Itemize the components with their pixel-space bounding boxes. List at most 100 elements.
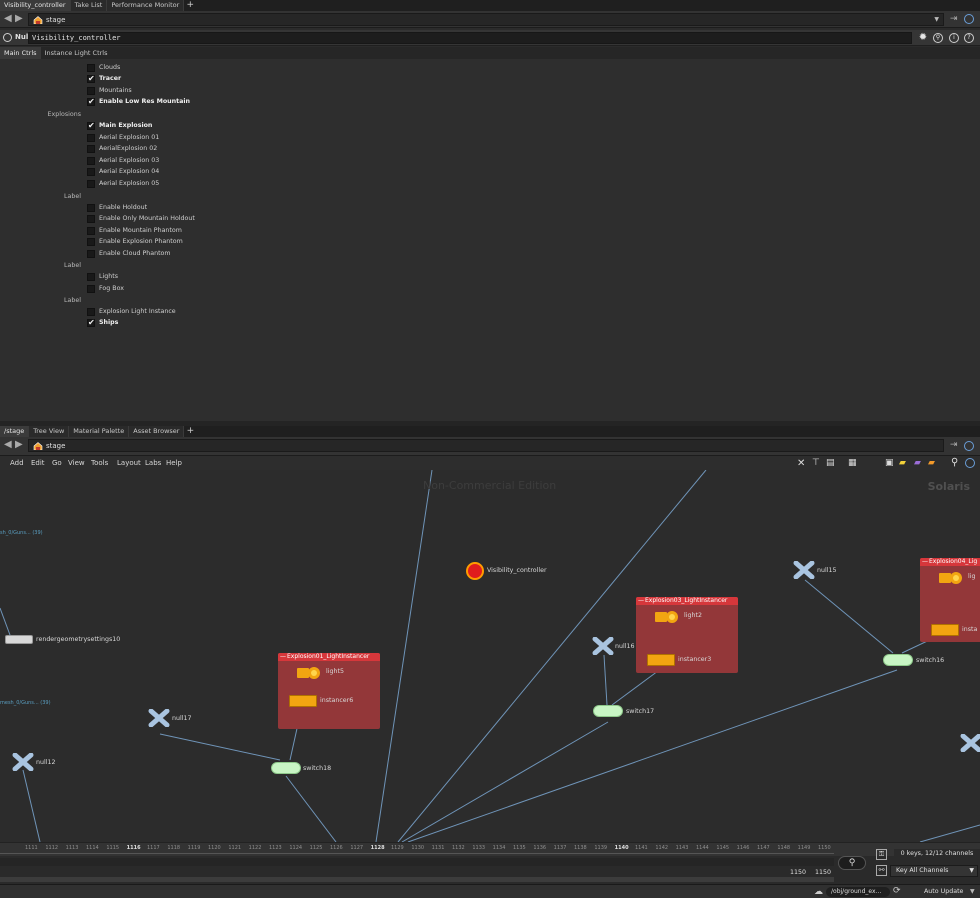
network-box-explosion04[interactable]: Explosion04_Lig lig insta [920,558,980,642]
link-icon[interactable] [964,441,974,451]
gear-icon[interactable]: ✹ [918,33,928,43]
help-search-icon[interactable]: ⚲ [933,33,943,43]
network-box-icon[interactable]: ▰ [914,458,921,468]
rendergeometrysettings-node[interactable] [5,635,33,644]
frame-icon[interactable]: ▣ [885,458,894,468]
zoom-search-icon[interactable]: ⚲ [838,856,866,870]
help-icon[interactable]: ? [964,33,974,43]
tab-visibility-controller[interactable]: Visibility_controller [0,0,71,11]
switch16-node[interactable] [883,654,913,666]
network-box-title[interactable]: Explosion01_LightInstancer [278,653,380,661]
network-box-explosion03[interactable]: Explosion03_LightInstancer light2 instan… [636,597,738,673]
add-tab-icon[interactable]: + [184,0,196,11]
sticky-note-icon[interactable]: ▰ [899,458,906,468]
visibility-controller-node[interactable] [466,562,484,580]
switch17-node[interactable] [593,705,623,717]
pin-icon[interactable]: ⇥ [950,14,958,24]
checkbox[interactable] [87,273,95,281]
menu-add[interactable]: Add [10,456,24,470]
timeline-track[interactable] [0,858,834,866]
link-icon[interactable] [965,458,975,468]
back-arrow-icon[interactable]: ◀ [4,14,12,24]
checkbox[interactable] [87,318,95,328]
tab-material-palette[interactable]: Material Palette [69,426,130,437]
checkbox[interactable] [87,121,95,131]
menu-go[interactable]: Go [52,456,62,470]
path-field[interactable]: stage ▼ [28,13,944,26]
checkbox[interactable] [87,74,95,84]
menu-labs[interactable]: Labs [145,456,161,470]
refresh-icon[interactable]: ⟳ [893,886,901,896]
checkbox[interactable] [87,308,95,316]
path-field[interactable]: stage [28,439,944,452]
checkbox[interactable] [87,97,95,107]
instancer6-node[interactable] [289,695,317,707]
dot-icon[interactable]: ▰ [928,458,935,468]
status-path[interactable]: /obj/ground_ex... [826,887,890,897]
light-bulb-icon[interactable] [297,666,323,680]
tab-tree-view[interactable]: Tree View [29,426,70,437]
menu-tools[interactable]: Tools [91,456,108,470]
checkbox[interactable] [87,64,95,72]
channel-icon[interactable]: ⚯ [876,865,887,876]
tab-asset-browser[interactable]: Asset Browser [129,426,185,437]
null12-node-icon[interactable] [12,753,34,771]
network-box-title[interactable]: Explosion04_Lig [920,558,980,566]
range-slider[interactable] [0,877,834,882]
checkbox[interactable] [87,215,95,223]
network-box-title[interactable]: Explosion03_LightInstancer [636,597,738,605]
checkbox[interactable] [87,145,95,153]
instancer-partial-node[interactable] [931,624,959,636]
checkbox[interactable] [87,227,95,235]
checkbox[interactable] [87,238,95,246]
instancer3-node[interactable] [647,654,675,666]
checkbox[interactable] [87,204,95,212]
null15-node-icon[interactable] [793,561,815,579]
checkbox[interactable] [87,285,95,293]
null17-node-icon[interactable] [148,709,170,727]
chevron-down-icon[interactable]: ▼ [970,888,975,895]
menu-edit[interactable]: Edit [31,456,45,470]
node-name-field[interactable]: Visibility_controller [28,32,912,44]
key-all-channels-dropdown[interactable]: Key All Channels ▼ [890,865,978,877]
checkbox[interactable] [87,250,95,258]
light-bulb-icon[interactable] [655,610,681,624]
chat-icon[interactable]: ☁ [814,887,823,897]
checkbox[interactable] [87,168,95,176]
forward-arrow-icon[interactable]: ▶ [15,14,23,24]
pin-icon[interactable]: ⇥ [950,440,958,450]
range-end[interactable]: 1150 [815,869,831,876]
tab-main-ctrls[interactable]: Main Ctrls [0,47,41,59]
back-arrow-icon[interactable]: ◀ [4,440,12,450]
search-icon[interactable]: ⚲ [951,457,958,468]
chevron-down-icon[interactable]: ▼ [934,16,939,23]
switch18-node[interactable] [271,762,301,774]
grid-icon[interactable]: ▦ [848,458,857,468]
tab-performance-monitor[interactable]: Performance Monitor [107,0,185,11]
network-view[interactable]: Non-Commercial Edition Solaris sh_0/Guns… [0,470,980,842]
menu-help[interactable]: Help [166,456,182,470]
key-icon[interactable]: ⚿ [876,849,887,860]
range-start[interactable]: 1150 [790,869,806,876]
network-box-explosion01[interactable]: Explosion01_LightInstancer light5 instan… [278,653,380,729]
tools-icon[interactable]: ✕ [797,458,805,469]
timeline-ruler[interactable]: 1111 1112 1113 1114 1115 1116 1117 1118 1119 1120… [0,842,980,856]
checkbox[interactable] [87,157,95,165]
tab-instance-light-ctrls[interactable]: Instance Light Ctrls [41,47,112,59]
menu-layout[interactable]: Layout [117,456,141,470]
tab-take-list[interactable]: Take List [70,0,108,11]
checkbox[interactable] [87,180,95,188]
add-tab-icon[interactable]: + [184,426,196,437]
link-icon[interactable] [964,14,974,24]
tree-layout-icon[interactable]: ⊤ [812,458,820,468]
light-bulb-icon[interactable] [939,571,965,585]
list-icon[interactable]: ▤ [826,458,835,468]
checkbox[interactable] [87,134,95,142]
checkbox[interactable] [87,87,95,95]
forward-arrow-icon[interactable]: ▶ [15,440,23,450]
null-partial-node-icon[interactable] [960,734,980,752]
tab-stage[interactable]: /stage [0,426,30,437]
null16-node-icon[interactable] [592,637,614,655]
menu-view[interactable]: View [68,456,85,470]
auto-update-button[interactable]: Auto Update [906,886,980,898]
